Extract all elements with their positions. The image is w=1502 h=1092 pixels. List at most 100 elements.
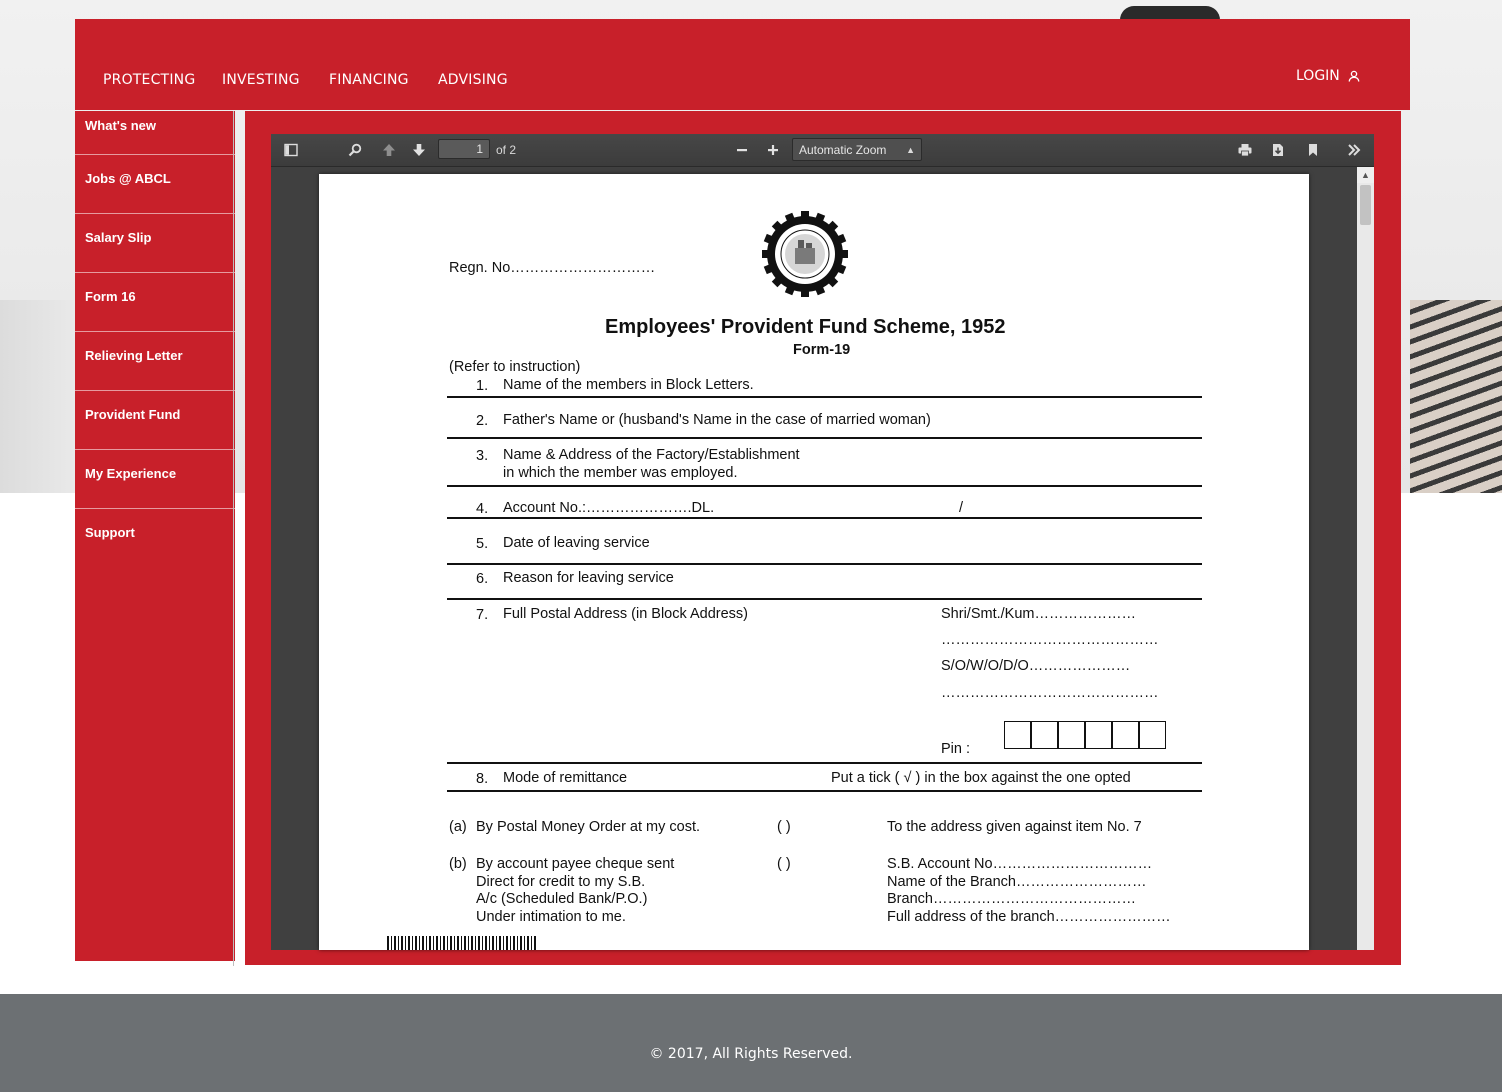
pin-digit-box — [1031, 721, 1058, 749]
row-number: 6. — [476, 571, 489, 587]
sidebar-item-jobs[interactable]: Jobs @ ABCL — [75, 155, 235, 214]
page-count: of 2 — [496, 143, 517, 157]
arrow-down-icon — [413, 144, 425, 156]
sidebar-item-relieving-letter[interactable]: Relieving Letter — [75, 332, 235, 391]
sidebar-item-provident-fund[interactable]: Provident Fund — [75, 391, 235, 450]
minus-icon — [737, 149, 747, 152]
form-title: Employees' Provident Fund Scheme, 1952 — [605, 316, 1006, 338]
sidebar-item-label: Support — [85, 525, 135, 540]
download-icon — [1273, 144, 1283, 156]
scroll-up-arrow-icon[interactable]: ▲ — [1357, 167, 1374, 183]
row-label: Reason for leaving service — [503, 570, 674, 586]
row-label: Father's Name or (husband's Name in the … — [503, 412, 931, 428]
row-label: Name of the members in Block Letters. — [503, 377, 754, 393]
option-a-label: (a) — [449, 819, 467, 835]
row-divider — [447, 598, 1202, 600]
hero-photo-right — [1410, 300, 1502, 493]
epfo-emblem-logo — [762, 211, 848, 297]
login-button[interactable]: LOGIN — [1296, 68, 1360, 84]
row-divider — [447, 485, 1202, 487]
row-number: 8. — [476, 771, 489, 787]
option-b-text: Under intimation to me. — [476, 909, 626, 925]
bookmark-button[interactable] — [1303, 140, 1323, 160]
row-number: 2. — [476, 413, 489, 429]
sidebar-item-label: My Experience — [85, 466, 177, 481]
divider — [233, 111, 234, 966]
pin-label: Pin : — [941, 741, 971, 757]
tools-button[interactable] — [1344, 140, 1364, 160]
row-extra: Put a tick ( √ ) in the box against the … — [831, 770, 1131, 786]
arrow-up-icon — [383, 144, 395, 156]
previous-page-button[interactable] — [379, 140, 399, 160]
row-divider — [447, 437, 1202, 439]
nav-investing[interactable]: INVESTING — [222, 72, 300, 88]
sidebar-item-form-16[interactable]: Form 16 — [75, 273, 235, 332]
option-a-text: By Postal Money Order at my cost. — [476, 819, 701, 835]
sidebar-item-support[interactable]: Support — [75, 509, 235, 567]
barcode — [387, 936, 537, 950]
row-divider — [447, 396, 1202, 398]
hero-photo-detail — [1120, 6, 1220, 20]
pdf-toolbar: 1 of 2 Automatic Zoom ▲ — [271, 134, 1374, 167]
zoom-out-button[interactable] — [732, 140, 752, 160]
row-divider — [447, 762, 1202, 764]
row-number: 1. — [476, 378, 489, 394]
address-line: ……………………………………… — [941, 632, 1159, 648]
row-number: 7. — [476, 607, 489, 623]
pin-digit-box — [1004, 721, 1031, 749]
row-divider — [447, 790, 1202, 792]
print-icon — [1238, 144, 1252, 157]
sidebar-item-label: Jobs @ ABCL — [85, 171, 171, 186]
hero-photo-left — [0, 300, 75, 493]
sidebar-item-salary-slip[interactable]: Salary Slip — [75, 214, 235, 273]
refer-instruction: (Refer to instruction) — [449, 359, 581, 375]
print-button[interactable] — [1235, 140, 1255, 160]
pin-digit-box — [1085, 721, 1112, 749]
footer: © 2017, All Rights Reserved. — [0, 994, 1502, 1092]
row-number: 5. — [476, 536, 489, 552]
nav-financing[interactable]: FINANCING — [329, 72, 409, 88]
option-b-text: A/c (Scheduled Bank/P.O.) — [476, 891, 648, 907]
next-page-button[interactable] — [409, 140, 429, 160]
option-b-checkbox: ( ) — [777, 856, 791, 872]
sidebar-item-whats-new[interactable]: What's new — [75, 111, 235, 155]
option-a-checkbox: ( ) — [777, 819, 791, 835]
download-button[interactable] — [1268, 140, 1288, 160]
search-icon — [348, 143, 362, 157]
bookmark-icon — [1309, 144, 1317, 156]
pin-digit-box — [1112, 721, 1139, 749]
row-label: Full Postal Address (in Block Address) — [503, 606, 748, 622]
option-b-text: Direct for credit to my S.B. — [476, 874, 646, 890]
sidebar-toggle-icon — [284, 143, 298, 157]
option-b-detail: Full address of the branch…………………… — [887, 909, 1171, 925]
double-chevron-right-icon — [1348, 144, 1361, 156]
address-line: ……………………………………… — [941, 685, 1159, 701]
row-label-continued: in which the member was employed. — [503, 465, 738, 481]
zoom-select[interactable]: Automatic Zoom ▲ — [792, 138, 922, 161]
sidebar-item-my-experience[interactable]: My Experience — [75, 450, 235, 509]
row-divider — [447, 563, 1202, 565]
row-number: 4. — [476, 501, 489, 517]
sidebar-toggle-button[interactable] — [281, 140, 301, 160]
nav-protecting[interactable]: PROTECTING — [103, 72, 195, 88]
zoom-value: Automatic Zoom — [799, 143, 887, 157]
sidebar-item-label: Provident Fund — [85, 407, 181, 422]
row-label: Account No.:………………….DL. — [503, 500, 715, 516]
nav-advising[interactable]: ADVISING — [438, 72, 508, 88]
regn-number: Regn. No………………………… — [449, 260, 656, 276]
option-b-detail: Name of the Branch……………………… — [887, 874, 1147, 890]
sidebar-item-label: Form 16 — [85, 289, 136, 304]
row-label: Date of leaving service — [503, 535, 650, 551]
option-b-text: By account payee cheque sent — [476, 856, 675, 872]
pin-digit-box — [1139, 721, 1166, 749]
option-b-detail: S.B. Account No…………………………… — [887, 856, 1153, 872]
user-icon — [1348, 70, 1360, 82]
page-number-input[interactable]: 1 — [438, 139, 490, 159]
zoom-in-button[interactable] — [763, 140, 783, 160]
search-button[interactable] — [345, 140, 365, 160]
row-label: Mode of remittance — [503, 770, 628, 786]
vertical-scrollbar[interactable]: ▲ — [1357, 167, 1374, 950]
scroll-thumb[interactable] — [1360, 185, 1371, 225]
row-divider — [447, 517, 1202, 519]
sidebar-item-label: Salary Slip — [85, 230, 152, 245]
